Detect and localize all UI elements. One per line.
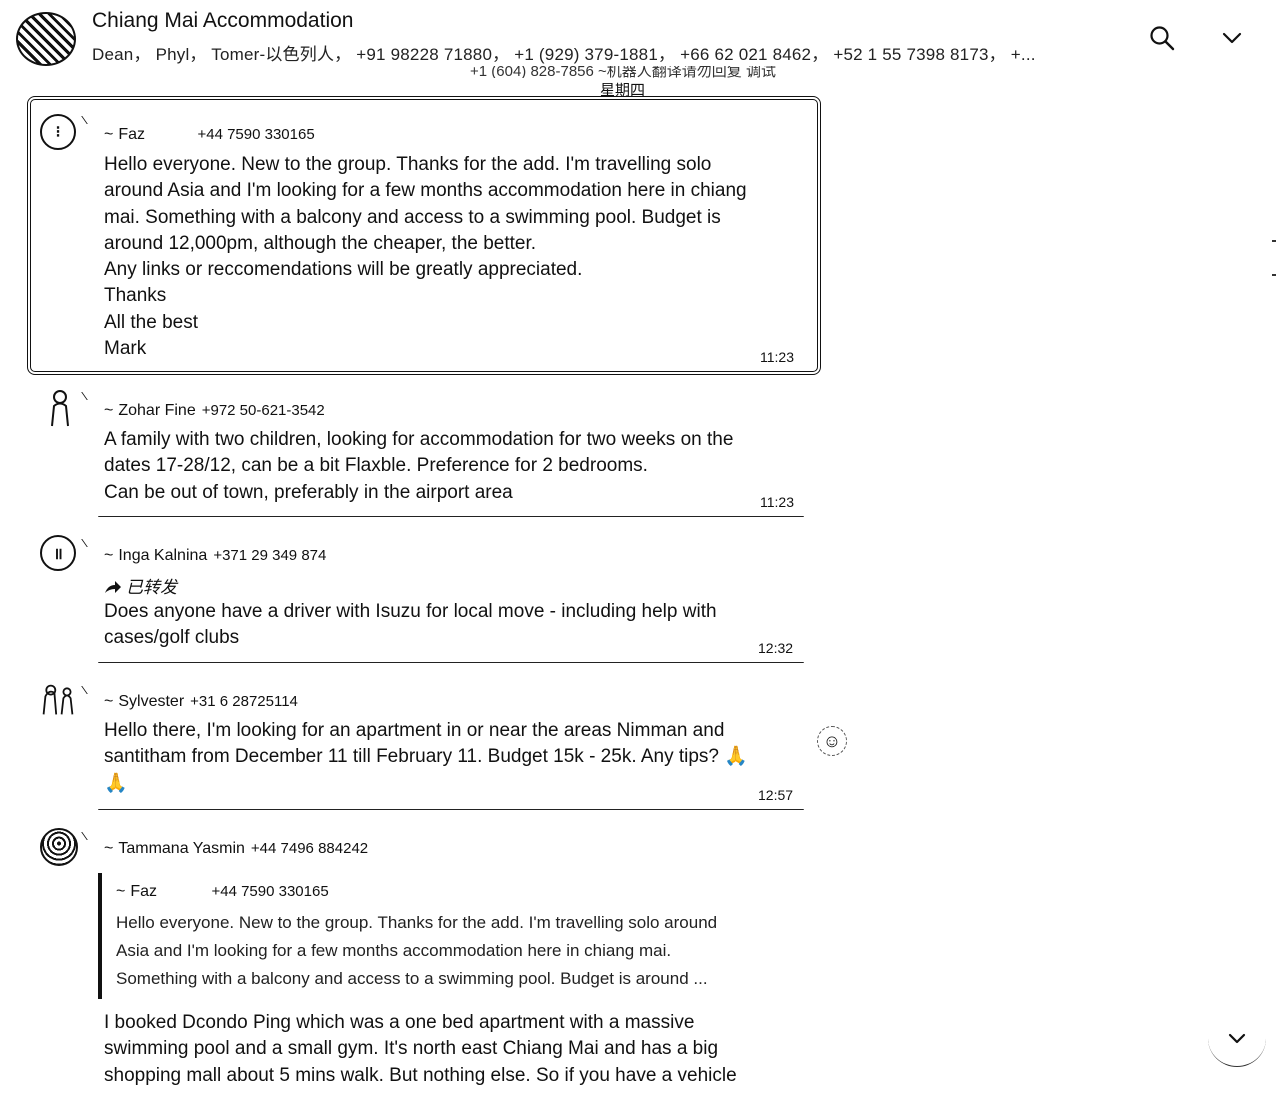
quoted-message[interactable]: ~ Faz +44 7590 330165 Hello everyone. New… xyxy=(98,873,782,999)
message-body: I booked Dcondo Ping which was a one bed… xyxy=(104,1012,737,1086)
quoted-sender: ~ Faz +44 7590 330165 xyxy=(116,883,329,900)
forwarded-label: 已转发 xyxy=(104,573,177,598)
message-sender[interactable]: ~ Zohar Fine +972 50-621-3542 xyxy=(104,402,325,420)
avatar[interactable]: ⁝ xyxy=(40,114,76,150)
avatar[interactable] xyxy=(40,390,76,427)
message-time: 11:23 xyxy=(760,349,794,365)
bubble-tail xyxy=(81,539,96,547)
scroll-down-icon xyxy=(1228,1033,1246,1043)
bubble-tail xyxy=(81,392,96,400)
person-figure-icon xyxy=(42,684,74,715)
react-button[interactable]: ☺ xyxy=(817,726,847,756)
avatar[interactable]: ॥ xyxy=(40,535,76,571)
message-separator xyxy=(98,516,804,517)
chevron-down-icon xyxy=(1222,32,1242,44)
previous-message-fragment: +1 (604) 828-7856 ~机器人翻译请勿回复 调试 xyxy=(470,66,776,78)
scroll-indicator-mark xyxy=(1272,274,1276,276)
group-avatar[interactable] xyxy=(16,12,76,66)
message-sender[interactable]: ~ Sylvester +31 6 28725114 xyxy=(104,693,298,711)
search-button[interactable] xyxy=(1142,18,1182,58)
menu-button[interactable] xyxy=(1212,18,1252,58)
quoted-text: Hello everyone. New to the group. Thanks… xyxy=(116,913,718,988)
person-figure-icon xyxy=(51,390,69,427)
message-body: Hello everyone. New to the group. Thanks… xyxy=(104,154,747,360)
group-members[interactable]: Dean， Phyl， Tomer-以色列人， +91 98228 71880，… xyxy=(92,40,1107,65)
forward-arrow-icon xyxy=(105,581,121,593)
message-time: 12:57 xyxy=(758,787,794,803)
group-title[interactable]: Chiang Mai Accommodation xyxy=(92,9,353,33)
message-sender[interactable]: ~ Faz +44 7590 330165 xyxy=(104,126,315,144)
message-sender[interactable]: ~ Inga Kalnina +371 29 349 874 xyxy=(104,547,326,565)
message-body: Does anyone have a driver with Isuzu for… xyxy=(104,601,717,649)
bubble-tail xyxy=(81,832,96,840)
scroll-indicator-mark xyxy=(1272,240,1276,242)
bubble-tail xyxy=(81,686,96,694)
search-icon xyxy=(1150,26,1175,51)
emoji-react-icon: ☺ xyxy=(822,730,842,751)
message-time: 12:32 xyxy=(758,640,794,656)
scroll-to-bottom-button[interactable] xyxy=(1208,1010,1266,1067)
message-separator xyxy=(98,809,804,810)
avatar[interactable] xyxy=(40,682,76,718)
message-sender[interactable]: ~ Tammana Yasmin +44 7496 884242 xyxy=(104,840,368,858)
message-separator xyxy=(98,662,804,663)
message-time: 11:23 xyxy=(760,494,794,510)
message-body: A family with two children, looking for … xyxy=(104,429,734,503)
avatar[interactable] xyxy=(40,828,78,866)
message-body: Hello there, I'm looking for an apartmen… xyxy=(104,720,748,794)
chat-header: Chiang Mai Accommodation Dean， Phyl， Tom… xyxy=(0,0,1280,72)
